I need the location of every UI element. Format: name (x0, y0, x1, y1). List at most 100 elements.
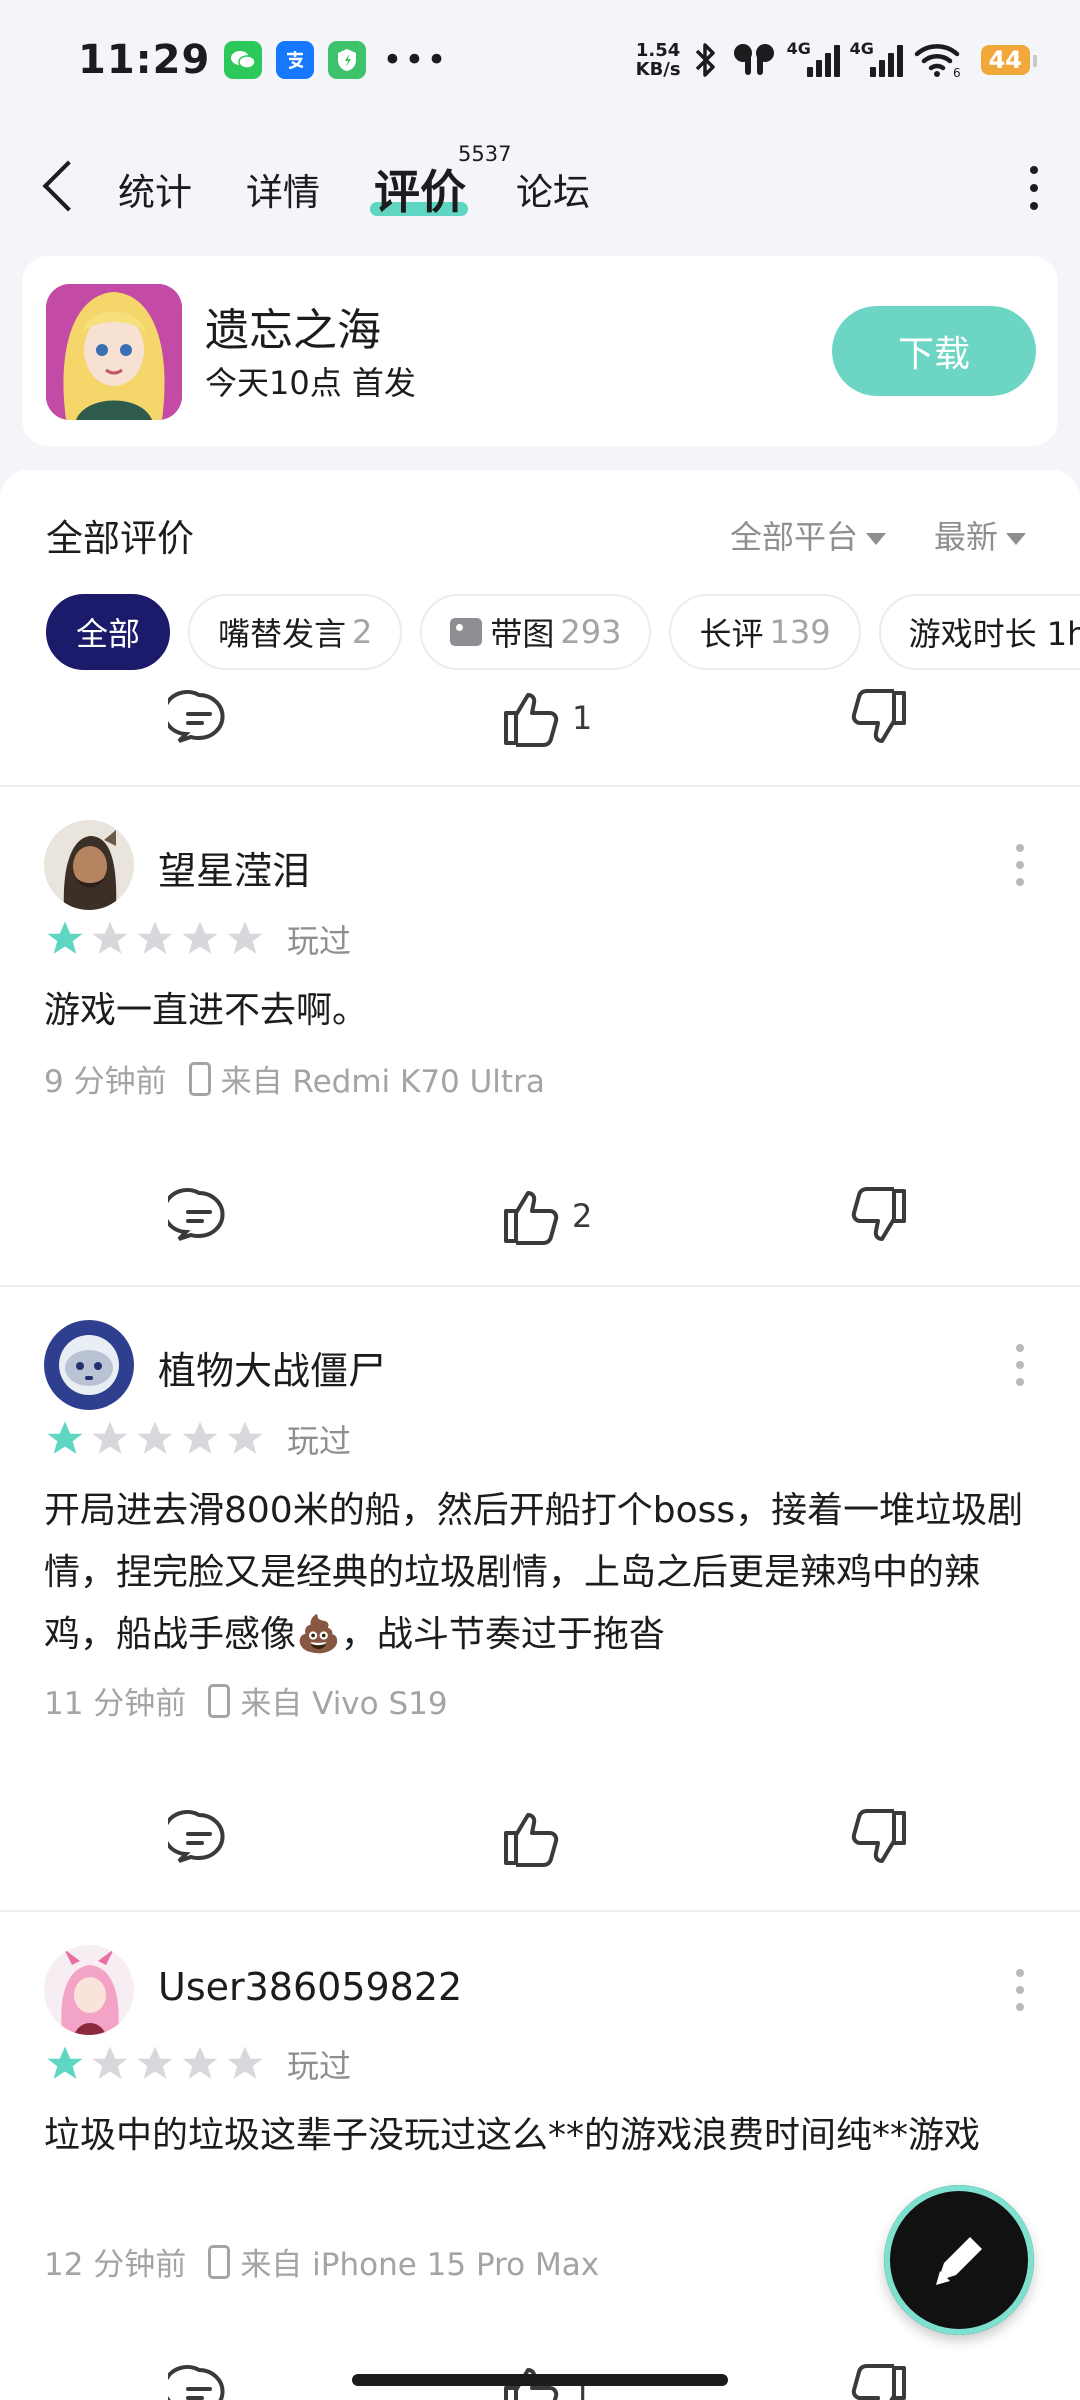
status-bar: 11:29 ••• 1.54 KB/s 4G 4G 6 44 (0, 0, 1080, 120)
comment-button[interactable] (168, 678, 230, 758)
back-icon[interactable] (42, 160, 94, 212)
star-empty-icon (182, 2046, 218, 2079)
more-vertical-icon[interactable] (1016, 1344, 1026, 1386)
write-review-button[interactable] (884, 2185, 1034, 2335)
tab-stats[interactable]: 统计 (118, 162, 192, 216)
comment-icon (168, 1810, 225, 1863)
star-filled-icon (47, 2046, 83, 2079)
star-empty-icon (137, 1421, 173, 1454)
review-count-badge: 5537 (458, 142, 512, 166)
tab-reviews[interactable]: 评价 (374, 156, 466, 222)
comment-button[interactable] (168, 2353, 230, 2400)
review-content[interactable]: 游戏一直进不去啊。 (44, 980, 1044, 1042)
thumbs-down-icon (851, 1187, 906, 1241)
star-rating: 玩过 (44, 2041, 351, 2087)
shield-icon (328, 41, 367, 79)
battery-indicator: 44 (980, 45, 1038, 75)
game-card[interactable]: 遗忘之海 今天10点 首发 下载 (22, 256, 1058, 446)
chip-long-reviews[interactable]: 长评 139 (669, 594, 861, 670)
username[interactable]: 植物大战僵尸 (158, 1340, 386, 1395)
like-button[interactable] (500, 1798, 562, 1878)
review-time: 11 分钟前 (44, 1686, 187, 1722)
thumbs-up-icon (504, 1191, 559, 1245)
chip-label: 游戏时长 1h+ (908, 615, 1080, 653)
comment-button[interactable] (168, 1176, 230, 1256)
like-button[interactable]: 2 (500, 1176, 592, 1256)
home-indicator[interactable] (352, 2374, 728, 2386)
phone-icon (208, 1683, 231, 1718)
chip-label: 全部 (76, 615, 141, 653)
top-nav: 统计 详情 评价 5537 论坛 (0, 120, 1080, 255)
net-speed: 1.54 KB/s (636, 41, 681, 79)
dislike-button[interactable] (848, 2353, 910, 2400)
signal-1-label: 4G (786, 39, 811, 58)
platform-filter-label: 全部平台 (730, 518, 859, 556)
review-time: 9 分钟前 (44, 1064, 167, 1100)
chip-with-images[interactable]: 带图 293 (420, 594, 652, 670)
image-icon (450, 618, 483, 646)
review-device: 来自 Vivo S19 (240, 1686, 448, 1722)
platform-filter[interactable]: 全部平台 (730, 512, 887, 558)
chip-playtime[interactable]: 游戏时长 1h+ (878, 594, 1080, 670)
sort-filter-label: 最新 (934, 518, 999, 556)
star-filled-icon (47, 921, 83, 954)
star-empty-icon (227, 2046, 263, 2079)
sort-filter[interactable]: 最新 (934, 512, 1027, 558)
thumbs-down-icon (851, 1809, 906, 1863)
chevron-down-icon (1006, 533, 1027, 545)
review-actions (0, 1798, 1080, 1878)
chip-label: 嘴替发言 (218, 615, 347, 653)
chip-label: 带图 (490, 615, 555, 653)
chip-spokesperson[interactable]: 嘴替发言 2 (188, 594, 403, 670)
divider (0, 1285, 1080, 1287)
more-vertical-icon[interactable] (1028, 166, 1040, 210)
dislike-button[interactable] (848, 1176, 910, 1256)
dislike-button[interactable] (848, 678, 910, 758)
avatar[interactable] (44, 1945, 134, 2035)
like-count: 2 (572, 1197, 593, 1235)
star-empty-icon (137, 921, 173, 954)
game-icon (46, 284, 182, 420)
like-button[interactable]: 1 (500, 678, 592, 758)
divider (0, 785, 1080, 787)
review-actions: 1 (0, 678, 1080, 758)
username[interactable]: 望星滢泪 (158, 840, 310, 895)
all-reviews-title: 全部评价 (46, 517, 194, 560)
comment-button[interactable] (168, 1798, 230, 1878)
chip-all[interactable]: 全部 (46, 594, 171, 670)
thumbs-down-icon (851, 2364, 906, 2400)
username[interactable]: User386059822 (158, 1965, 462, 2009)
thumbs-down-icon (851, 689, 906, 743)
divider (0, 1910, 1080, 1912)
avatar[interactable] (44, 1320, 134, 1410)
play-status: 玩过 (287, 922, 352, 960)
download-button[interactable]: 下载 (832, 306, 1036, 396)
review-content[interactable]: 开局进去滑800米的船，然后开船打个boss，接着一堆垃圾剧情，捏完脸又是经典的… (44, 1480, 1044, 1666)
review-device: 来自 Redmi K70 Ultra (220, 1064, 545, 1100)
more-vertical-icon[interactable] (1016, 844, 1026, 886)
phone-icon (188, 1061, 211, 1096)
star-empty-icon (92, 921, 128, 954)
play-status: 玩过 (287, 2047, 352, 2085)
reviews-panel: 全部评价 全部平台 最新 全部 嘴替发言 2 带图 293 长评 139 游戏时长 1… (0, 470, 1080, 2400)
review-actions: 2 (0, 1176, 1080, 1256)
comment-icon (168, 690, 225, 743)
tab-details[interactable]: 详情 (246, 162, 320, 216)
tab-forum[interactable]: 论坛 (516, 162, 590, 216)
chip-count: 293 (560, 613, 622, 651)
review-text: ，战斗节奏过于拖沓 (340, 1614, 665, 1655)
more-vertical-icon[interactable] (1016, 1969, 1026, 2011)
review-device: 来自 iPhone 15 Pro Max (240, 2247, 600, 2283)
review-item: User386059822 玩过 垃圾中的垃圾这辈子没玩过这么**的游戏浪费时间… (0, 1945, 1080, 2400)
game-release: 今天10点 首发 (205, 364, 416, 402)
dislike-button[interactable] (848, 1798, 910, 1878)
signal-2-label: 4G (849, 39, 874, 58)
chip-count: 2 (352, 613, 373, 651)
star-empty-icon (92, 2046, 128, 2079)
poop-emoji-icon: 💩 (296, 1614, 341, 1655)
signal-1-icon: 4G (787, 39, 840, 77)
star-rating: 玩过 (44, 1416, 351, 1462)
review-content[interactable]: 垃圾中的垃圾这辈子没玩过这么**的游戏浪费时间纯**游戏 (44, 2105, 1044, 2167)
star-empty-icon (137, 2046, 173, 2079)
avatar[interactable] (44, 820, 134, 910)
